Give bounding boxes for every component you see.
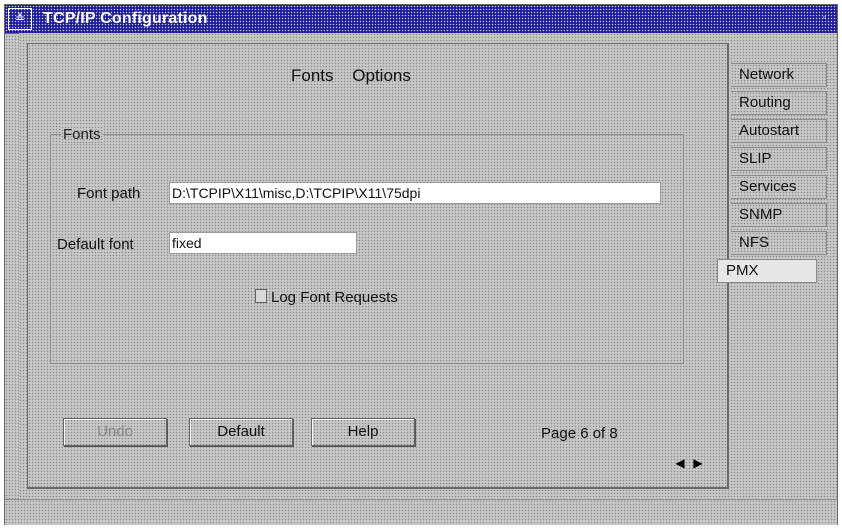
fonts-groupbox	[50, 134, 684, 364]
help-button[interactable]: Help	[311, 418, 415, 446]
default-font-label: Default font	[57, 236, 134, 253]
minimize-icon[interactable]: ▫	[823, 13, 831, 22]
system-menu-icon[interactable]: ≚	[8, 8, 32, 30]
menu-item-options[interactable]: Options	[352, 66, 411, 85]
title-bar[interactable]: ≚ TCP/IP Configuration ▫	[5, 5, 837, 34]
font-path-label: Font path	[77, 185, 141, 202]
font-path-field[interactable]: D:\TCPIP\X11\misc,D:\TCPIP\X11\75dpi	[169, 182, 661, 204]
page-menu-bar: Fonts Options	[291, 66, 425, 86]
window-title: TCP/IP Configuration	[43, 10, 208, 27]
tab-slip[interactable]: SLIP	[731, 147, 827, 171]
tab-snmp[interactable]: SNMP	[731, 203, 827, 227]
log-font-requests-label: Log Font Requests	[271, 289, 398, 306]
tab-network[interactable]: Network	[731, 63, 827, 87]
client-area: Fonts Options Fonts Font path D:\TCPIP\X…	[19, 33, 837, 499]
default-button[interactable]: Default	[189, 418, 293, 446]
tab-autostart[interactable]: Autostart	[731, 119, 827, 143]
tcpip-configuration-window: ≚ TCP/IP Configuration ▫ Fonts Options F…	[4, 4, 838, 525]
checkbox-box[interactable]	[255, 289, 267, 303]
tab-nfs[interactable]: NFS	[731, 231, 827, 255]
undo-button[interactable]: Undo	[63, 418, 167, 446]
tab-pmx[interactable]: PMX	[717, 259, 817, 283]
page-indicator: Page 6 of 8	[541, 425, 618, 442]
menu-item-fonts[interactable]: Fonts	[291, 66, 334, 85]
arrow-left-icon[interactable]: ◀	[673, 456, 687, 470]
fonts-group-label: Fonts	[61, 126, 103, 143]
default-font-field[interactable]: fixed	[169, 232, 357, 254]
tab-routing[interactable]: Routing	[731, 91, 827, 115]
tab-services[interactable]: Services	[731, 175, 827, 199]
arrow-right-icon[interactable]: ▶	[691, 456, 705, 470]
window-bottom-frame	[5, 499, 837, 525]
log-font-requests-checkbox[interactable]: Log Font Requests	[255, 289, 398, 306]
